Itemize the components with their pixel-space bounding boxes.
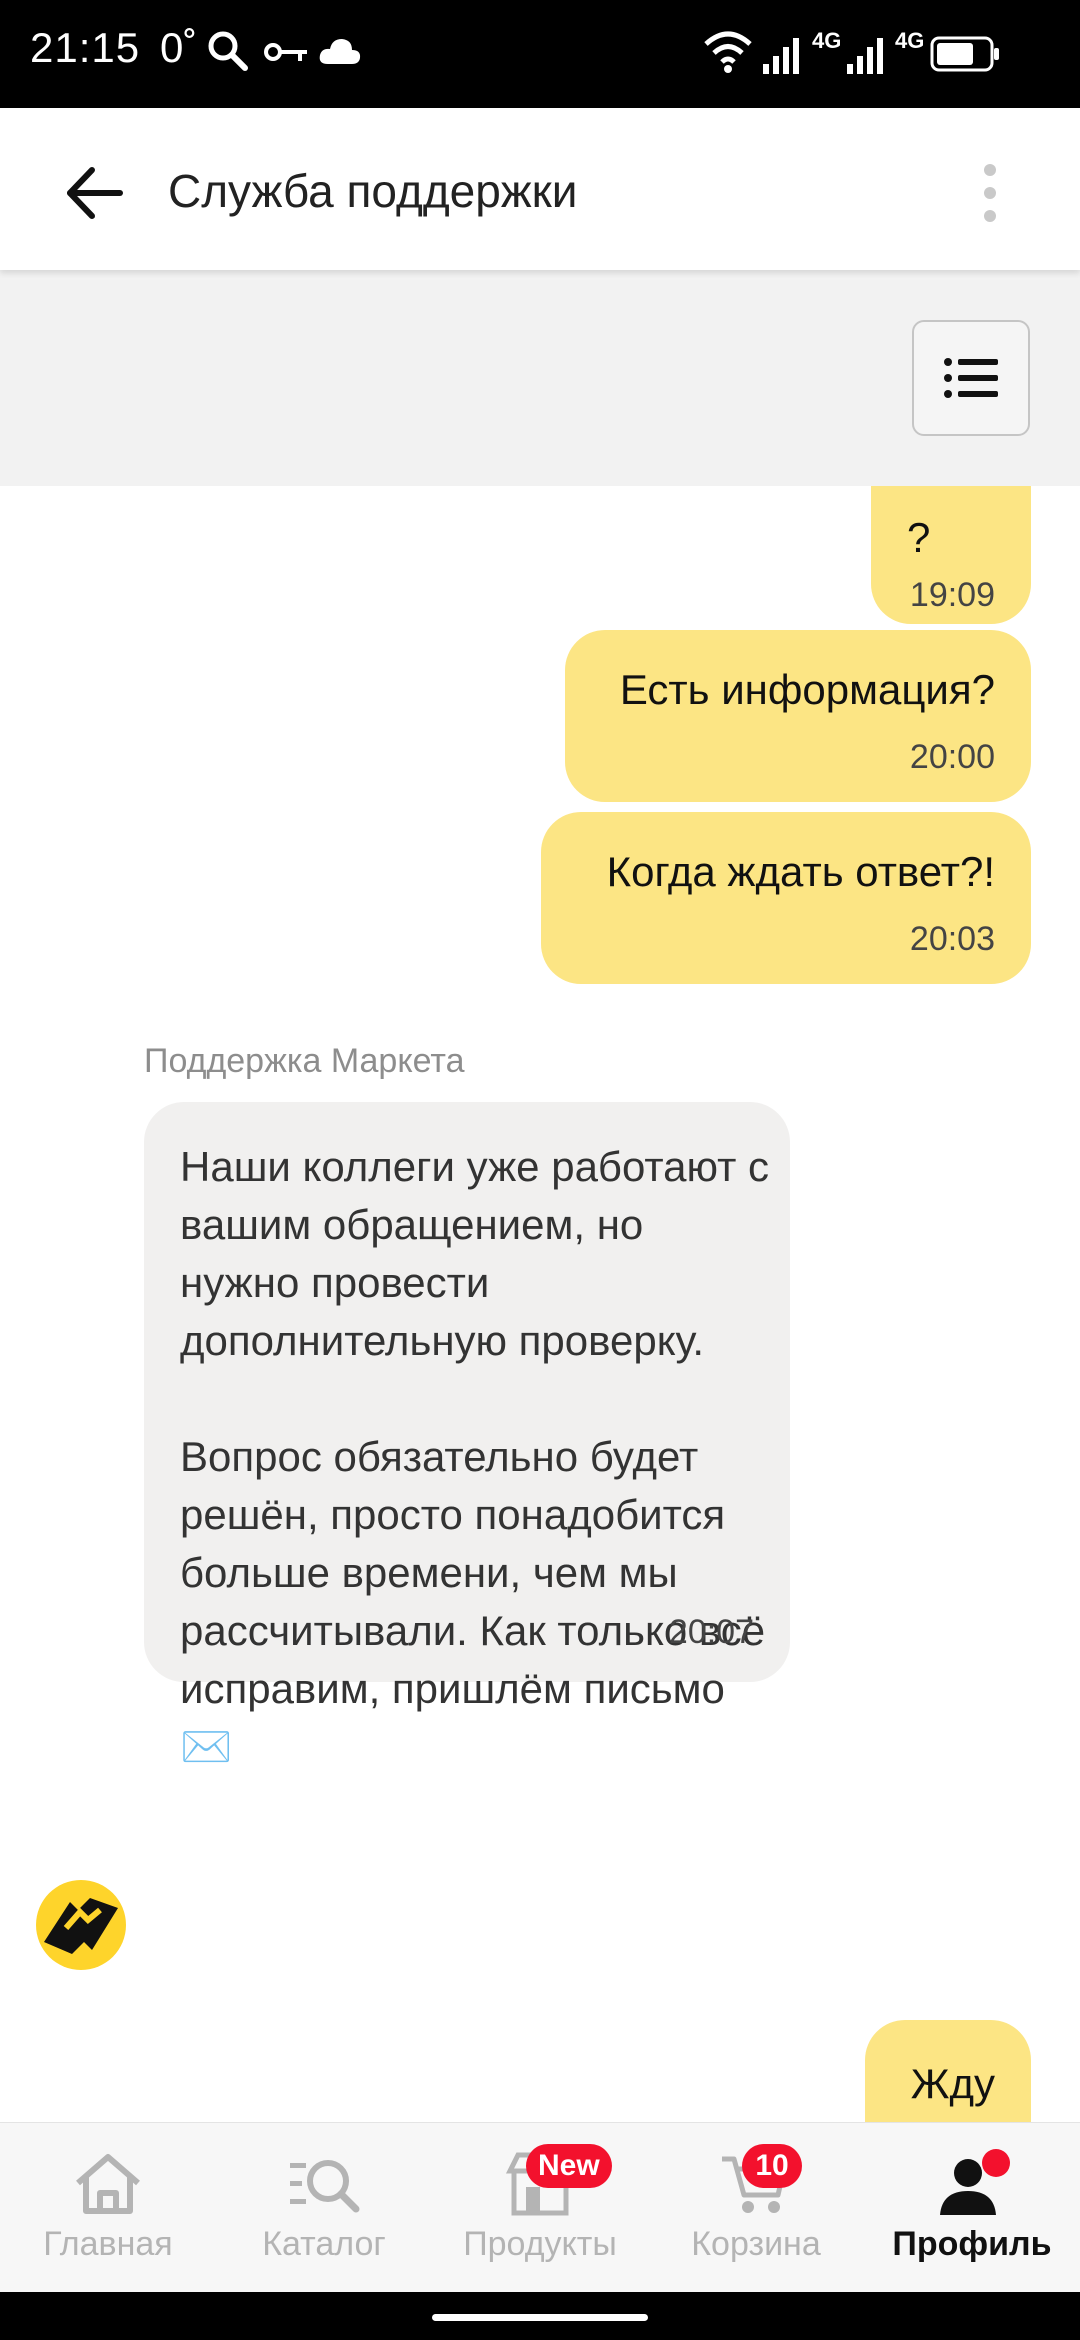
key-icon	[264, 43, 307, 61]
network-type-label: 4G	[812, 28, 842, 53]
list-icon	[944, 358, 998, 398]
nav-item-products[interactable]: New Продукты	[432, 2123, 648, 2293]
topics-list-button[interactable]	[912, 320, 1030, 436]
search-icon	[208, 31, 248, 71]
message-text: Когда ждать ответ?!	[606, 848, 995, 895]
status-temperature: 0˚	[160, 24, 198, 71]
outgoing-message[interactable]: ? 19:09	[871, 486, 1031, 624]
bottom-navigation: Главная Каталог New Продукты 10 Корзина	[0, 2122, 1080, 2293]
nav-label: Продукты	[463, 2225, 617, 2263]
catalog-search-icon	[290, 2160, 360, 2213]
nav-label: Профиль	[892, 2225, 1052, 2263]
more-options-icon[interactable]	[970, 158, 1010, 228]
nav-item-home[interactable]: Главная	[0, 2123, 216, 2293]
outgoing-message[interactable]: Когда ждать ответ?! 20:03	[541, 812, 1031, 984]
signal-bars-icon	[847, 38, 883, 74]
message-text: Есть информация?	[619, 666, 995, 713]
new-badge: New	[526, 2144, 612, 2188]
sender-name: Поддержка Маркета	[144, 1042, 465, 1080]
outgoing-message[interactable]: Есть информация? 20:00	[565, 630, 1031, 802]
message-time: 20:03	[909, 920, 995, 958]
app-header: Служба поддержки	[0, 108, 1080, 270]
support-avatar	[36, 1880, 126, 1970]
incoming-message[interactable]: Наши коллеги уже работают с вашим обраще…	[144, 1102, 790, 1770]
outgoing-message[interactable]: Жду	[865, 2020, 1031, 2122]
chat-toolbar	[0, 270, 1080, 486]
chat-messages[interactable]: ? 19:09 Есть информация? 20:00 Когда жда…	[0, 486, 1080, 2122]
nav-label: Корзина	[691, 2225, 821, 2263]
nav-item-profile[interactable]: Профиль	[864, 2123, 1080, 2293]
home-icon	[76, 2154, 140, 2214]
market-logo-icon	[44, 1898, 118, 1954]
nav-label: Главная	[43, 2225, 173, 2263]
profile-icon	[940, 2149, 1010, 2215]
nav-label: Каталог	[262, 2225, 386, 2263]
message-time: 20:07	[668, 1613, 754, 1651]
message-time: 19:09	[909, 576, 995, 614]
nav-item-catalog[interactable]: Каталог	[216, 2123, 432, 2293]
message-text: Жду	[910, 2060, 995, 2107]
home-indicator[interactable]	[432, 2314, 648, 2321]
battery-icon	[930, 36, 999, 72]
message-text: Наши коллеги уже работают с вашим обраще…	[180, 1143, 770, 1770]
message-time: 20:00	[909, 738, 995, 776]
cart-count-badge: 10	[742, 2144, 802, 2188]
signal-bars-icon	[763, 38, 799, 74]
back-arrow-icon[interactable]	[60, 158, 130, 228]
gesture-bar	[0, 2292, 1080, 2340]
page-title: Служба поддержки	[168, 165, 578, 217]
network-type-label: 4G	[895, 28, 925, 53]
message-text: ?	[907, 514, 931, 561]
status-bar: 21:15 0˚ 4G 4G	[0, 0, 1080, 108]
status-time: 21:15	[30, 24, 141, 71]
cloud-icon	[319, 39, 361, 64]
nav-item-cart[interactable]: 10 Корзина	[648, 2123, 864, 2293]
wifi-icon	[704, 31, 752, 73]
